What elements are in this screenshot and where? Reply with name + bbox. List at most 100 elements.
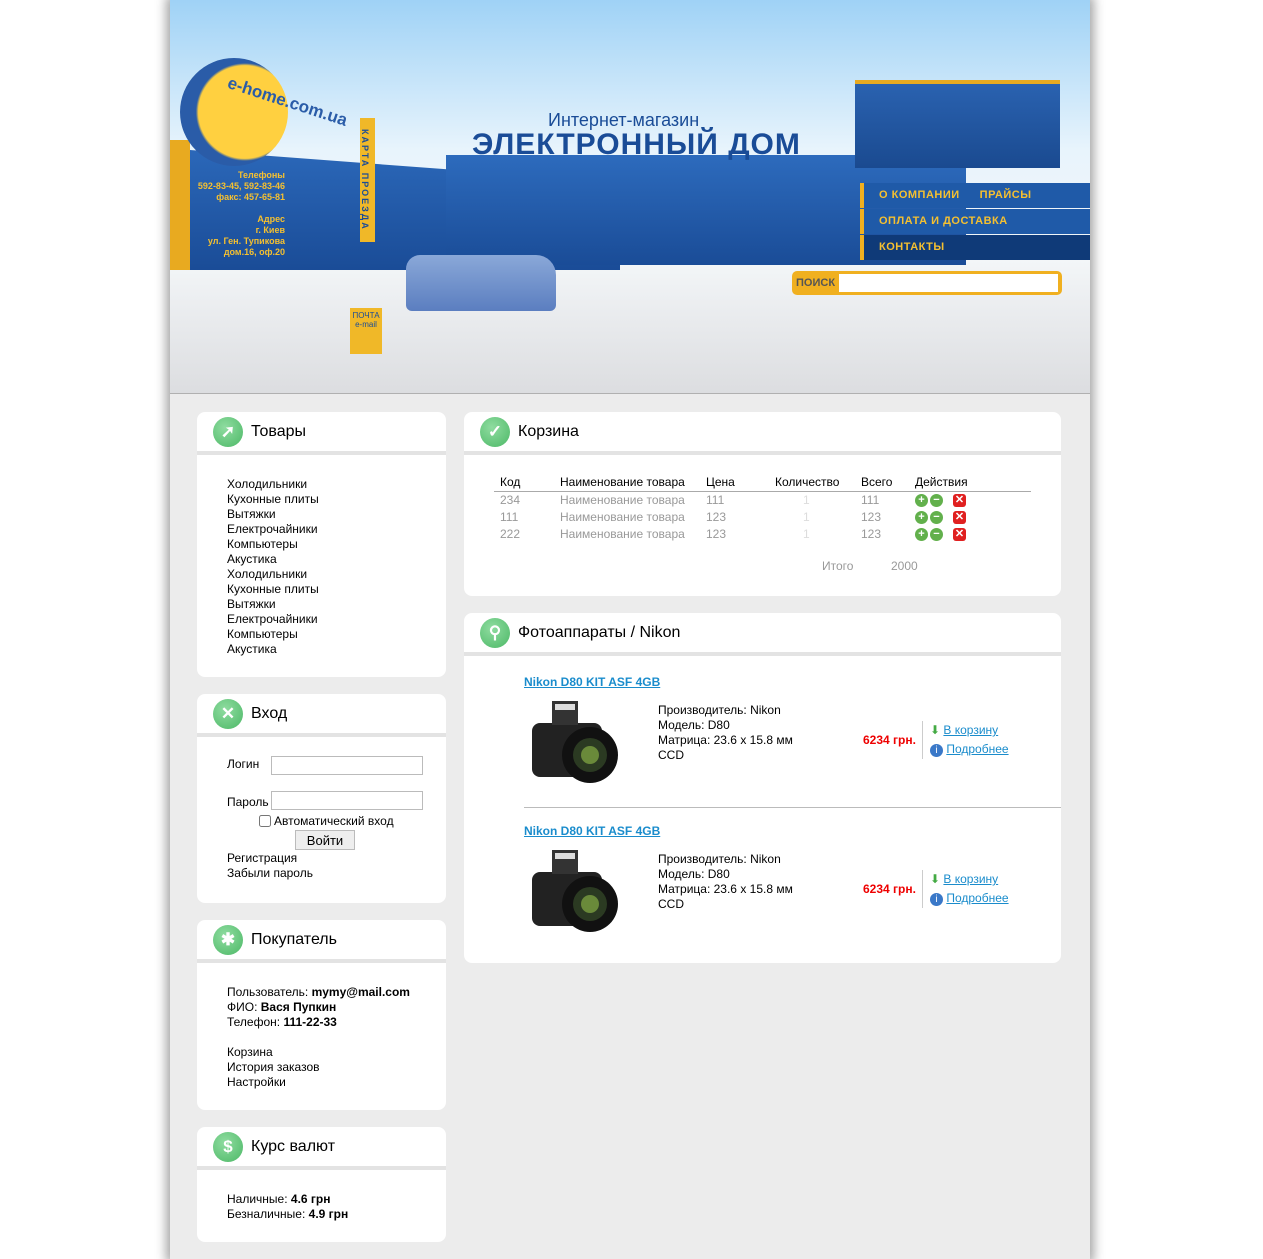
cart-table: Код Наименование товара Цена Количество … bbox=[494, 474, 1031, 542]
total-label: Итого bbox=[822, 559, 854, 573]
goods-item[interactable]: Акустика bbox=[227, 552, 446, 567]
product-matrix: Матрица: 23.6 x 15.8 мм bbox=[658, 733, 793, 747]
goods-item[interactable]: Кухонные плиты bbox=[227, 582, 446, 597]
col-total: Всего bbox=[861, 474, 915, 492]
delete-icon[interactable]: ✕ bbox=[953, 527, 966, 541]
cart-row: 234 Наименование товара 111 1 111 + − ✕ bbox=[494, 491, 1031, 508]
cash-label: Наличные: bbox=[227, 1192, 288, 1206]
goods-box: ➚ Товары Холодильники Кухонные плиты Вытяжк… bbox=[197, 412, 446, 677]
row-name: Наименование товара bbox=[560, 526, 685, 541]
row-total: 111 bbox=[861, 492, 880, 507]
cart-box: ✓ Корзина Код Наименование товара Цена Ко… bbox=[464, 412, 1061, 596]
plus-icon[interactable]: + bbox=[915, 527, 928, 541]
forgot-password-link[interactable]: Забыли пароль bbox=[227, 866, 313, 881]
map-link[interactable]: КАРТА ПРОЕЗДА bbox=[360, 118, 375, 242]
col-name: Наименование товара bbox=[560, 474, 706, 492]
register-link[interactable]: Регистрация bbox=[227, 851, 313, 866]
row-price: 111 bbox=[706, 492, 725, 507]
user-name: Вася Пупкин bbox=[260, 1000, 337, 1014]
camera-image[interactable] bbox=[528, 697, 622, 783]
row-total: 123 bbox=[861, 526, 882, 541]
login-box: ✕ Вход Логин Пароль Автоматический вход В… bbox=[197, 694, 446, 903]
buyer-title: Покупатель bbox=[251, 930, 337, 948]
currency-box: $ Курс валют Наличные: 4.6 грн Безналичны… bbox=[197, 1127, 446, 1242]
phone-label: Телефон: bbox=[227, 1015, 281, 1029]
arrow-icon: ➚ bbox=[213, 416, 243, 447]
asterisk-icon: ✱ bbox=[213, 924, 243, 955]
col-price: Цена bbox=[706, 474, 775, 492]
add-to-cart-link[interactable]: В корзину bbox=[943, 723, 998, 737]
row-name: Наименование товара bbox=[560, 492, 685, 507]
delete-icon[interactable]: ✕ bbox=[953, 493, 966, 507]
row-code: 222 bbox=[500, 526, 521, 541]
menu-about[interactable]: О КОМПАНИИ bbox=[879, 189, 960, 201]
goods-item[interactable]: Холодильники bbox=[227, 567, 446, 582]
info-icon: i bbox=[930, 893, 943, 906]
contacts-block: Телефоны 592-83-45, 592-83-46 факс: 457-65… bbox=[197, 170, 285, 257]
search-label: ПОИСК bbox=[796, 277, 836, 289]
details-link[interactable]: Подробнее bbox=[946, 891, 1008, 905]
total-value: 2000 bbox=[891, 559, 918, 573]
basket-icon: ⬇ bbox=[930, 872, 941, 886]
basket-icon: ⬇ bbox=[930, 723, 941, 737]
row-qty: 1 bbox=[803, 509, 810, 524]
goods-item[interactable]: Компьютеры bbox=[227, 537, 446, 552]
row-price: 123 bbox=[706, 509, 727, 524]
delete-icon[interactable]: ✕ bbox=[953, 510, 966, 524]
col-code: Код bbox=[494, 474, 560, 492]
row-price: 123 bbox=[706, 526, 727, 541]
plus-icon[interactable]: + bbox=[915, 510, 928, 524]
buyer-box: ✱ Покупатель Пользователь: mymy@mail.com … bbox=[197, 920, 446, 1110]
login-title: Вход bbox=[251, 704, 288, 722]
user-label: Пользователь: bbox=[227, 985, 309, 999]
check-icon: ✓ bbox=[480, 416, 510, 447]
row-name: Наименование товара bbox=[560, 509, 685, 524]
cart-title: Корзина bbox=[518, 422, 579, 440]
product-maker: Производитель: Nikon bbox=[658, 703, 781, 717]
login-button[interactable]: Войти bbox=[295, 830, 355, 850]
minus-icon[interactable]: − bbox=[930, 510, 943, 524]
goods-title: Товары bbox=[251, 422, 307, 440]
password-input[interactable] bbox=[271, 791, 423, 810]
menu-prices[interactable]: ПРАЙСЫ bbox=[980, 189, 1032, 201]
goods-item[interactable]: Вытяжки bbox=[227, 507, 446, 522]
goods-item[interactable]: Кухонные плиты bbox=[227, 492, 446, 507]
header-banner: e-home.com.ua Телефоны 592-83-45, 592-83-… bbox=[170, 0, 1090, 394]
product-sensor: CCD bbox=[658, 748, 684, 762]
dollar-icon: $ bbox=[213, 1131, 243, 1162]
add-to-cart-link[interactable]: В корзину bbox=[943, 872, 998, 886]
password-label: Пароль bbox=[227, 795, 269, 809]
product-title-link[interactable]: Nikon D80 KIT ASF 4GB bbox=[524, 824, 660, 838]
auto-login-checkbox[interactable] bbox=[259, 815, 271, 827]
product-price: 6234 грн. bbox=[863, 733, 916, 747]
menu-payment[interactable]: ОПЛАТА И ДОСТАВКА bbox=[860, 209, 1090, 234]
order-history-link[interactable]: История заказов bbox=[227, 1060, 446, 1075]
plus-icon[interactable]: + bbox=[915, 493, 928, 507]
menu-contacts[interactable]: КОНТАКТЫ bbox=[860, 235, 1090, 260]
email-link[interactable]: ПОЧТА e-mail bbox=[350, 308, 382, 354]
login-label: Логин bbox=[227, 757, 260, 771]
product-maker: Производитель: Nikon bbox=[658, 852, 781, 866]
minus-icon[interactable]: − bbox=[930, 527, 943, 541]
goods-list: Холодильники Кухонные плиты Вытяжки Електро… bbox=[197, 455, 446, 657]
search-input[interactable] bbox=[839, 274, 1058, 292]
product-title-link[interactable]: Nikon D80 KIT ASF 4GB bbox=[524, 675, 660, 689]
goods-item[interactable]: Вытяжки bbox=[227, 597, 446, 612]
info-icon: i bbox=[930, 744, 943, 757]
catalog-title: Фотоаппараты / Nikon bbox=[518, 623, 681, 641]
settings-link[interactable]: Настройки bbox=[227, 1075, 446, 1090]
details-link[interactable]: Подробнее bbox=[946, 742, 1008, 756]
goods-item[interactable]: Електрочайники bbox=[227, 522, 446, 537]
goods-item[interactable]: Холодильники bbox=[227, 477, 446, 492]
camera-image[interactable] bbox=[528, 846, 622, 932]
login-input[interactable] bbox=[271, 756, 423, 775]
bus-image bbox=[406, 255, 556, 311]
minus-icon[interactable]: − bbox=[930, 493, 943, 507]
cart-link[interactable]: Корзина bbox=[227, 1045, 446, 1060]
goods-item[interactable]: Електрочайники bbox=[227, 612, 446, 627]
product-matrix: Матрица: 23.6 x 15.8 мм bbox=[658, 882, 793, 896]
goods-item[interactable]: Акустика bbox=[227, 642, 446, 657]
site-title: ЭЛЕКТРОННЫЙ ДОМ bbox=[472, 128, 801, 161]
col-actions: Действия bbox=[915, 474, 1031, 492]
goods-item[interactable]: Компьютеры bbox=[227, 627, 446, 642]
